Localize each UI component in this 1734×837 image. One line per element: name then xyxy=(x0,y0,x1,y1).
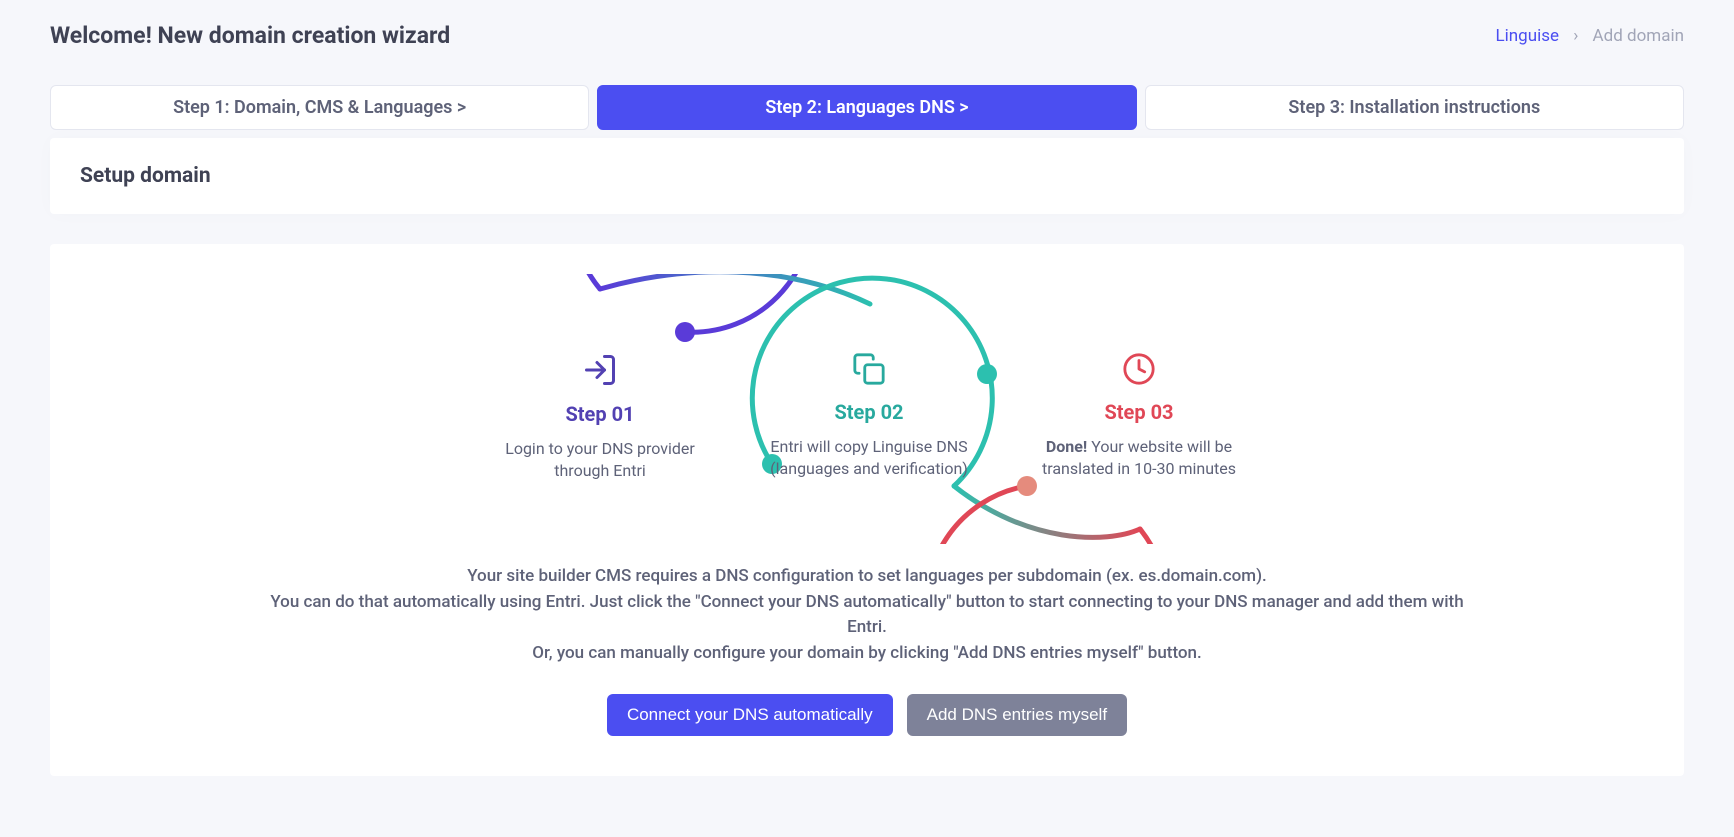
setup-card: Setup domain xyxy=(50,138,1684,214)
add-dns-manual-button[interactable]: Add DNS entries myself xyxy=(907,694,1127,736)
tab-step3[interactable]: Step 3: Installation instructions xyxy=(1145,85,1684,130)
setup-card-title: Setup domain xyxy=(80,164,1654,188)
content-card: Step 01 Login to your DNS provider throu… xyxy=(50,244,1684,776)
button-row: Connect your DNS automatically Add DNS e… xyxy=(80,694,1654,736)
wizard-tabs: Step 1: Domain, CMS & Languages > Step 2… xyxy=(50,85,1684,130)
tab-step2[interactable]: Step 2: Languages DNS > xyxy=(597,85,1136,130)
diagram-step3-label: Step 03 xyxy=(1039,400,1239,424)
copy-icon xyxy=(852,352,886,390)
diagram-step2-desc: Entri will copy Linguise DNS (languages … xyxy=(769,436,969,481)
diagram-step3-desc: Done! Your website will be translated in… xyxy=(1039,436,1239,481)
chevron-right-icon: › xyxy=(1573,26,1578,46)
steps-diagram: Step 01 Login to your DNS provider throu… xyxy=(467,274,1267,544)
tab-step1[interactable]: Step 1: Domain, CMS & Languages > xyxy=(50,85,589,130)
desc-line1: Your site builder CMS requires a DNS con… xyxy=(267,564,1467,590)
diagram-step2: Step 02 Entri will copy Linguise DNS (la… xyxy=(769,352,969,481)
diagram-step1-label: Step 01 xyxy=(500,402,700,426)
clock-icon xyxy=(1122,352,1156,390)
desc-line3: Or, you can manually configure your doma… xyxy=(267,641,1467,667)
login-arrow-icon xyxy=(582,352,618,392)
header: Welcome! New domain creation wizard Ling… xyxy=(50,22,1684,49)
breadcrumb: Linguise › Add domain xyxy=(1495,26,1684,46)
description-block: Your site builder CMS requires a DNS con… xyxy=(267,564,1467,666)
diagram-step1-desc: Login to your DNS provider through Entri xyxy=(500,438,700,483)
page-title: Welcome! New domain creation wizard xyxy=(50,22,450,49)
desc-line2: You can do that automatically using Entr… xyxy=(267,590,1467,641)
breadcrumb-home[interactable]: Linguise xyxy=(1495,26,1559,46)
diagram-step2-label: Step 02 xyxy=(769,400,969,424)
diagram-step3: Step 03 Done! Your website will be trans… xyxy=(1039,352,1239,481)
diagram-step1: Step 01 Login to your DNS provider throu… xyxy=(500,352,700,483)
breadcrumb-current: Add domain xyxy=(1593,26,1684,46)
connect-dns-button[interactable]: Connect your DNS automatically xyxy=(607,694,893,736)
